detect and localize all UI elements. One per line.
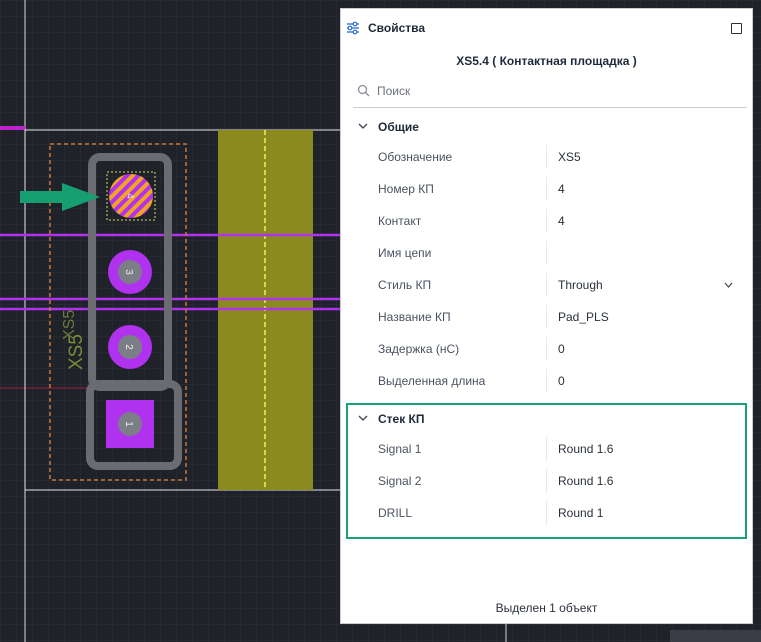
section-label: Стек КП xyxy=(378,412,425,426)
column-divider xyxy=(546,209,547,233)
stack-row-drill[interactable]: DRILL Round 1 xyxy=(348,497,745,529)
property-value[interactable]: Pad_PLS xyxy=(558,310,609,324)
property-key: Задержка (нС) xyxy=(378,342,460,356)
object-title: XS5.4 ( Контактная площадка ) xyxy=(456,54,637,68)
property-key: DRILL xyxy=(378,506,413,520)
selection-status: Выделен 1 объект xyxy=(495,601,598,615)
section-label: Общие xyxy=(378,120,419,134)
property-row-pad-number[interactable]: Номер КП 4 xyxy=(346,173,747,205)
panel-title: Свойства xyxy=(368,21,426,35)
general-section-header[interactable]: Общие xyxy=(346,113,747,141)
pad-number: 4 xyxy=(124,193,135,199)
property-key: Имя цепи xyxy=(378,246,432,260)
general-section: Общие Обозначение XS5 Номер КП 4 Контакт… xyxy=(346,113,747,397)
pad-number: 3 xyxy=(123,269,134,275)
column-divider xyxy=(546,469,547,493)
sliders-icon xyxy=(347,21,359,35)
pad-stack-section-header[interactable]: Стек КП xyxy=(348,405,745,433)
property-row-pad-style[interactable]: Стиль КП Through xyxy=(346,269,747,301)
property-row-pad-name[interactable]: Название КП Pad_PLS xyxy=(346,301,747,333)
property-row-dedicated-length[interactable]: Выделенная длина 0 xyxy=(346,365,747,397)
pad-style-select[interactable]: Through xyxy=(558,278,603,292)
property-value[interactable]: 4 xyxy=(558,182,565,196)
column-divider xyxy=(546,437,547,461)
property-key: Название КП xyxy=(378,310,451,324)
column-divider xyxy=(546,273,547,297)
properties-panel: Свойства XS5.4 ( Контактная площадка ) О… xyxy=(340,8,753,624)
property-key: Signal 1 xyxy=(378,442,422,456)
pad-stack-section: Стек КП Signal 1 Round 1.6 Signal 2 Roun… xyxy=(346,403,747,539)
stack-row-signal-2[interactable]: Signal 2 Round 1.6 xyxy=(348,465,745,497)
panel-header: Свойства xyxy=(341,9,752,47)
component-label-2: XS5 xyxy=(61,310,78,340)
property-value[interactable]: 0 xyxy=(558,342,565,356)
column-divider xyxy=(546,241,547,265)
pad-number: 1 xyxy=(123,421,134,427)
footprint-fragment xyxy=(670,630,761,642)
property-key: Стиль КП xyxy=(378,278,432,292)
property-key: Выделенная длина xyxy=(378,374,486,388)
chevron-down-icon xyxy=(358,123,368,129)
property-value[interactable]: Round 1.6 xyxy=(558,474,613,488)
column-divider xyxy=(546,369,547,393)
column-divider xyxy=(546,501,547,525)
property-row-delay[interactable]: Задержка (нС) 0 xyxy=(346,333,747,365)
property-row-contact[interactable]: Контакт 4 xyxy=(346,205,747,237)
property-value[interactable]: Round 1 xyxy=(558,506,603,520)
chevron-down-icon[interactable] xyxy=(724,282,733,288)
search-input[interactable] xyxy=(377,82,677,100)
stack-row-signal-1[interactable]: Signal 1 Round 1.6 xyxy=(348,433,745,465)
chevron-down-icon xyxy=(358,415,368,421)
column-divider xyxy=(546,305,547,329)
search-icon xyxy=(357,84,370,97)
maximize-icon[interactable] xyxy=(731,23,742,34)
property-key: Номер КП xyxy=(378,182,434,196)
property-row-designator[interactable]: Обозначение XS5 xyxy=(346,141,747,173)
pad-number: 2 xyxy=(123,344,134,350)
column-divider xyxy=(546,145,547,169)
property-row-net-name[interactable]: Имя цепи xyxy=(346,237,747,269)
property-key: Signal 2 xyxy=(378,474,422,488)
property-key: Контакт xyxy=(378,214,422,228)
property-value[interactable]: 0 xyxy=(558,374,565,388)
property-key: Обозначение xyxy=(378,150,453,164)
property-value[interactable]: 4 xyxy=(558,214,565,228)
property-value[interactable]: XS5 xyxy=(558,150,581,164)
column-divider xyxy=(546,337,547,361)
property-value[interactable]: Round 1.6 xyxy=(558,442,613,456)
column-divider xyxy=(546,177,547,201)
search-box[interactable] xyxy=(353,79,747,108)
